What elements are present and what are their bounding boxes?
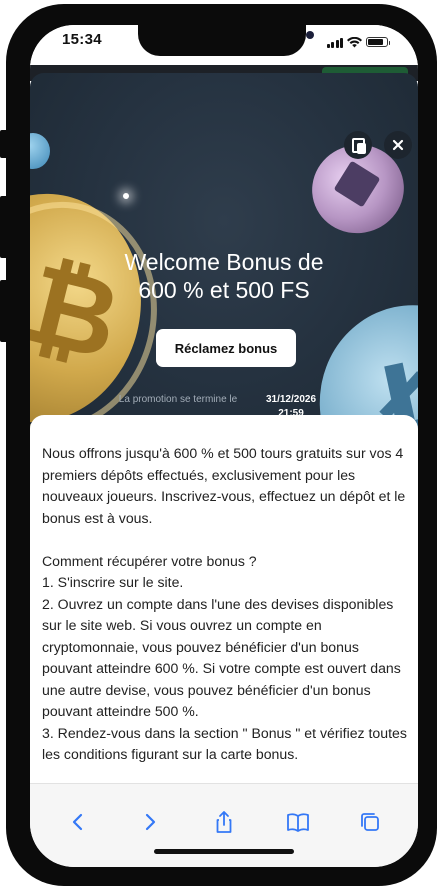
status-icons	[326, 36, 390, 48]
copy-link-button[interactable]	[344, 131, 372, 159]
close-button[interactable]	[384, 131, 412, 159]
close-icon	[392, 139, 404, 151]
claim-bonus-button[interactable]: Réclamez bonus	[156, 329, 296, 367]
share-icon[interactable]	[210, 808, 238, 836]
bonus-title-line: 600 % et 500 FS	[138, 277, 310, 303]
wifi-icon	[347, 36, 362, 47]
status-time: 15:34	[62, 31, 102, 48]
tabs-icon[interactable]	[356, 808, 384, 836]
back-icon[interactable]	[64, 808, 92, 836]
bonus-title: Welcome Bonus de 600 % et 500 FS	[30, 248, 418, 304]
bonus-description-card: Nous offrons jusqu'à 600 % et 500 tours …	[30, 415, 418, 815]
phone-side-button	[0, 280, 8, 342]
front-camera	[306, 31, 314, 39]
home-indicator	[154, 849, 294, 854]
sparkle-icon	[123, 193, 129, 199]
browser-toolbar	[30, 783, 418, 867]
status-bar: 15:34	[30, 25, 418, 65]
bonus-description: Nous offrons jusqu'à 600 % et 500 tours …	[42, 445, 407, 762]
bonus-hero: ₿ Ł Welcome Bonus de 600 % et 500 FS Réc…	[30, 73, 418, 443]
notch	[138, 25, 314, 56]
battery-icon	[366, 37, 390, 47]
promo-date: 31/12/2026	[265, 394, 317, 405]
phone-side-button	[0, 196, 8, 258]
copy-icon	[351, 137, 366, 154]
bonus-title-line: Welcome Bonus de	[124, 249, 324, 275]
promo-end-label: La promotion se termine le	[118, 394, 238, 405]
bookmarks-icon[interactable]	[284, 808, 312, 836]
crypto-coin-icon	[30, 133, 50, 169]
phone-screen: 15:34 ₿ Ł Welcome Bonus de 600 % et 500 …	[30, 25, 418, 867]
signal-icon	[326, 37, 343, 48]
phone-side-button	[0, 130, 8, 158]
forward-icon[interactable]	[136, 808, 164, 836]
